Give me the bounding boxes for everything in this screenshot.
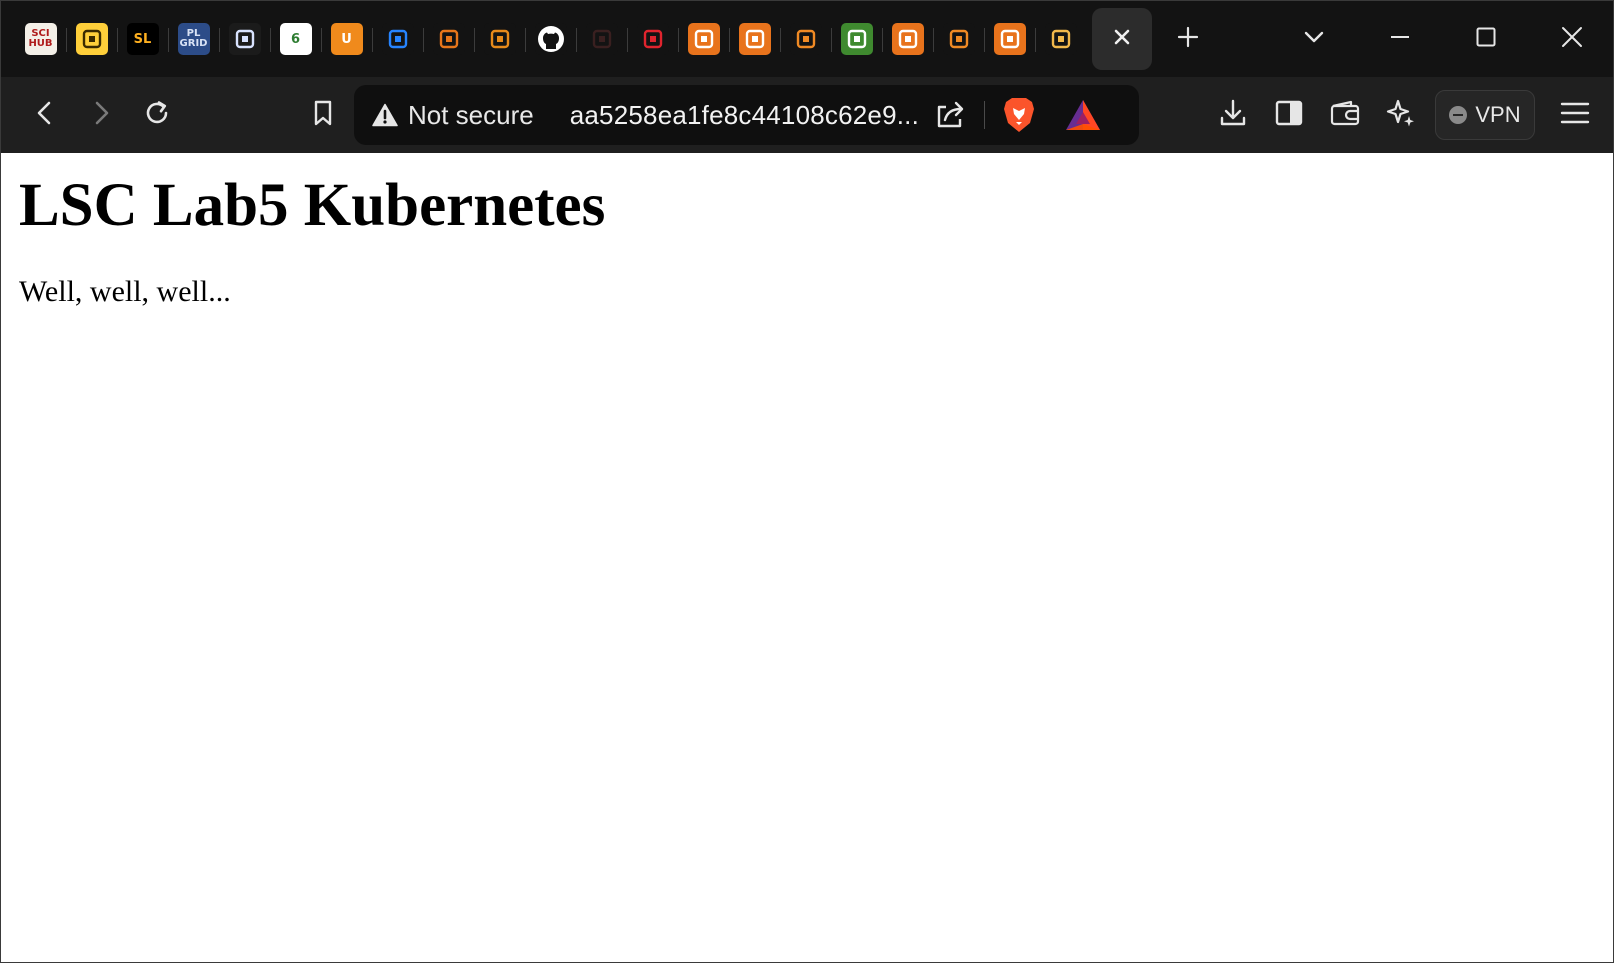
page-heading: LSC Lab5 Kubernetes <box>19 172 606 239</box>
pinned-tab[interactable] <box>219 1 270 77</box>
sl-logo-icon: SL <box>126 23 159 55</box>
pinned-tab[interactable] <box>984 1 1035 77</box>
page-paragraph: Well, well, well... <box>19 275 231 308</box>
close-tab-icon[interactable] <box>1111 26 1133 53</box>
leo-ai-button[interactable] <box>1373 87 1429 143</box>
pinned-tabs: SCI HUB SL PL GRID 6 U <box>1 1 1086 77</box>
maximize-button[interactable] <box>1443 1 1529 77</box>
pinned-tab[interactable] <box>66 1 117 77</box>
six-logo-icon: 6 <box>279 23 312 55</box>
address-bar[interactable]: Not secure aa5258ea1fe8c44108c62e9... <box>354 85 1139 145</box>
close-icon <box>1560 25 1584 54</box>
close-window-button[interactable] <box>1529 1 1613 77</box>
pinned-tab[interactable] <box>372 1 423 77</box>
pinned-tab[interactable] <box>627 1 678 77</box>
pinned-tab[interactable] <box>780 1 831 77</box>
pinned-tab[interactable]: U <box>321 1 372 77</box>
reload-icon <box>142 98 172 133</box>
sidebar-icon <box>1274 99 1304 132</box>
aws-copy-icon <box>891 23 924 55</box>
pinned-tab[interactable] <box>423 1 474 77</box>
chevron-down-icon <box>1302 25 1326 54</box>
pinned-tab[interactable] <box>831 1 882 77</box>
brave-rewards-icon[interactable] <box>1064 98 1102 137</box>
pinned-tab[interactable] <box>933 1 984 77</box>
wallet-icon <box>1329 99 1361 132</box>
orange-cube-icon <box>942 23 975 55</box>
package-box-icon <box>1044 23 1077 55</box>
warning-triangle-icon[interactable] <box>372 103 398 127</box>
browser-window: SCI HUB SL PL GRID 6 U Not secure aa5258… <box>0 0 1614 963</box>
confluence-icon <box>381 23 414 55</box>
aws-service-icon <box>687 23 720 55</box>
minimize-icon <box>1389 26 1411 53</box>
pinned-tab[interactable]: PL GRID <box>168 1 219 77</box>
bookmark-icon <box>310 99 336 132</box>
vpn-label: VPN <box>1475 102 1521 127</box>
pinned-tab[interactable] <box>678 1 729 77</box>
u-logo-icon: U <box>330 23 363 55</box>
minimize-button[interactable] <box>1357 1 1443 77</box>
wallet-button[interactable] <box>1317 87 1373 143</box>
vpn-status-icon <box>1449 106 1468 124</box>
github-icon <box>534 23 567 55</box>
red-wheel-icon <box>636 23 669 55</box>
sci-hub-icon: SCI HUB <box>24 23 57 55</box>
new-tab-button[interactable] <box>1152 8 1224 70</box>
address-bar-divider <box>984 101 985 129</box>
security-label[interactable]: Not secure <box>408 100 534 131</box>
hamburger-menu-icon <box>1560 100 1590 131</box>
aws-service-icon <box>738 23 771 55</box>
active-tab[interactable] <box>1092 8 1152 70</box>
pinned-tab[interactable] <box>729 1 780 77</box>
plgrid-icon: PL GRID <box>177 23 210 55</box>
tab-strip: SCI HUB SL PL GRID 6 U <box>1 1 1613 77</box>
navigation-toolbar: Not secure aa5258ea1fe8c44108c62e9... VP… <box>1 77 1613 153</box>
dark-page-icon <box>585 23 618 55</box>
maximize-icon <box>1475 26 1497 53</box>
pinned-tab[interactable]: SCI HUB <box>15 1 66 77</box>
chevron-right-icon <box>88 100 114 131</box>
orange-books-icon <box>483 23 516 55</box>
sidebar-button[interactable] <box>1261 87 1317 143</box>
plus-icon <box>1176 25 1200 54</box>
pinned-tab[interactable]: 6 <box>270 1 321 77</box>
green-service-icon <box>840 23 873 55</box>
orange-cube-icon <box>789 23 822 55</box>
pinned-tab[interactable] <box>525 1 576 77</box>
pinned-tab[interactable] <box>474 1 525 77</box>
downloads-button[interactable] <box>1205 87 1261 143</box>
forward-button[interactable] <box>73 87 129 143</box>
lightbulb-search-icon <box>228 23 261 55</box>
pinned-tab[interactable] <box>882 1 933 77</box>
download-icon <box>1218 98 1248 133</box>
sparkle-star-icon <box>1385 97 1417 134</box>
reload-button[interactable] <box>129 87 185 143</box>
vpn-button[interactable]: VPN <box>1435 90 1535 140</box>
pinned-tab[interactable]: SL <box>117 1 168 77</box>
main-menu-button[interactable] <box>1547 87 1603 143</box>
bookmark-button[interactable] <box>295 87 351 143</box>
pinned-tab[interactable] <box>1035 1 1086 77</box>
tab-search-button[interactable] <box>1271 1 1357 77</box>
page-content: LSC Lab5 Kubernetes Well, well, well... <box>1 153 1613 962</box>
aws-copy-icon <box>993 23 1026 55</box>
pinned-tab[interactable] <box>576 1 627 77</box>
brave-shields-icon[interactable] <box>1002 96 1036 139</box>
chevron-left-icon <box>32 100 58 131</box>
back-button[interactable] <box>17 87 73 143</box>
share-icon[interactable] <box>932 97 968 138</box>
orbit-arc-icon <box>432 23 465 55</box>
hugging-face-icon <box>75 23 108 55</box>
url-text[interactable]: aa5258ea1fe8c44108c62e9... <box>570 100 919 131</box>
